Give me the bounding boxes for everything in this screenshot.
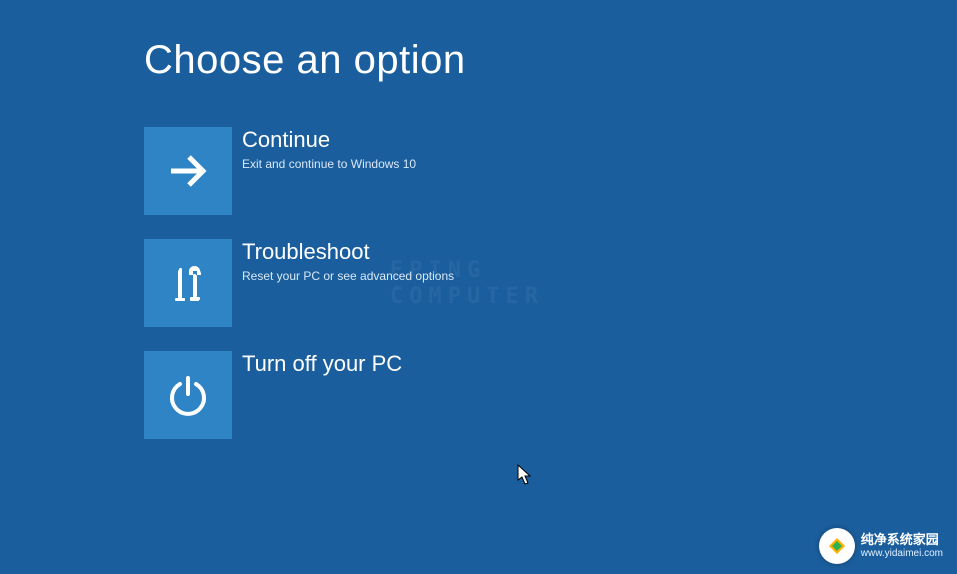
option-turn-off[interactable]: Turn off your PC bbox=[144, 351, 604, 439]
option-title: Troubleshoot bbox=[242, 239, 454, 265]
option-continue[interactable]: Continue Exit and continue to Windows 10 bbox=[144, 127, 604, 215]
page-title: Choose an option bbox=[144, 38, 957, 83]
option-title: Turn off your PC bbox=[242, 351, 402, 377]
watermark-url: www.yidaimei.com bbox=[861, 548, 943, 559]
option-subtitle: Reset your PC or see advanced options bbox=[242, 269, 454, 285]
option-title: Continue bbox=[242, 127, 416, 153]
option-subtitle: Exit and continue to Windows 10 bbox=[242, 157, 416, 173]
power-icon bbox=[144, 351, 232, 439]
arrow-right-icon bbox=[144, 127, 232, 215]
tools-icon bbox=[144, 239, 232, 327]
cursor-icon bbox=[517, 464, 533, 491]
option-list: Continue Exit and continue to Windows 10 bbox=[144, 127, 957, 439]
site-watermark: 纯净系统家园 www.yidaimei.com bbox=[819, 528, 943, 564]
watermark-badge-icon bbox=[819, 528, 855, 564]
option-troubleshoot[interactable]: Troubleshoot Reset your PC or see advanc… bbox=[144, 239, 604, 327]
watermark-title: 纯净系统家园 bbox=[861, 533, 943, 547]
